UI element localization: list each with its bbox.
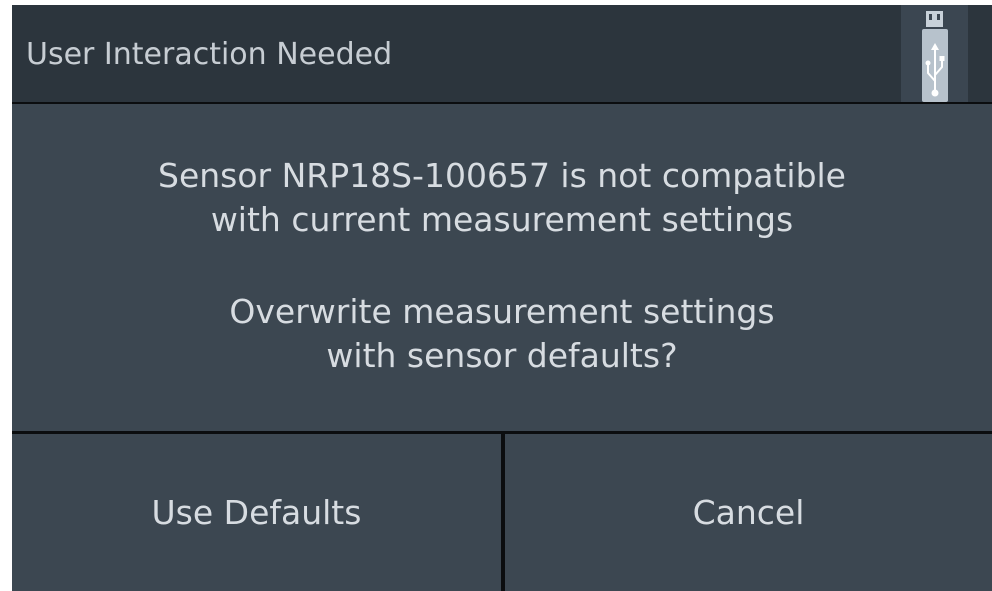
- cancel-label: Cancel: [692, 493, 805, 532]
- compatibility-message: Sensor NRP18S-100657 is not compatible w…: [12, 154, 992, 242]
- message-line-3: Overwrite measurement settings: [229, 292, 775, 331]
- dialog-header: User Interaction Needed: [12, 5, 992, 102]
- message-line-4: with sensor defaults?: [326, 336, 678, 375]
- cancel-button[interactable]: Cancel: [505, 434, 992, 591]
- user-interaction-dialog: User Interaction Needed Sensor NRP18S-10…: [12, 5, 992, 591]
- overwrite-question: Overwrite measurement settings with sens…: [12, 290, 992, 378]
- message-line-1: Sensor NRP18S-100657 is not compatible: [158, 156, 846, 195]
- usb-icon: [901, 5, 968, 102]
- message-line-2: with current measurement settings: [210, 200, 794, 239]
- dialog-message: Sensor NRP18S-100657 is not compatible w…: [12, 104, 992, 431]
- dialog-title: User Interaction Needed: [26, 37, 393, 72]
- use-defaults-label: Use Defaults: [151, 493, 362, 532]
- use-defaults-button[interactable]: Use Defaults: [12, 434, 501, 591]
